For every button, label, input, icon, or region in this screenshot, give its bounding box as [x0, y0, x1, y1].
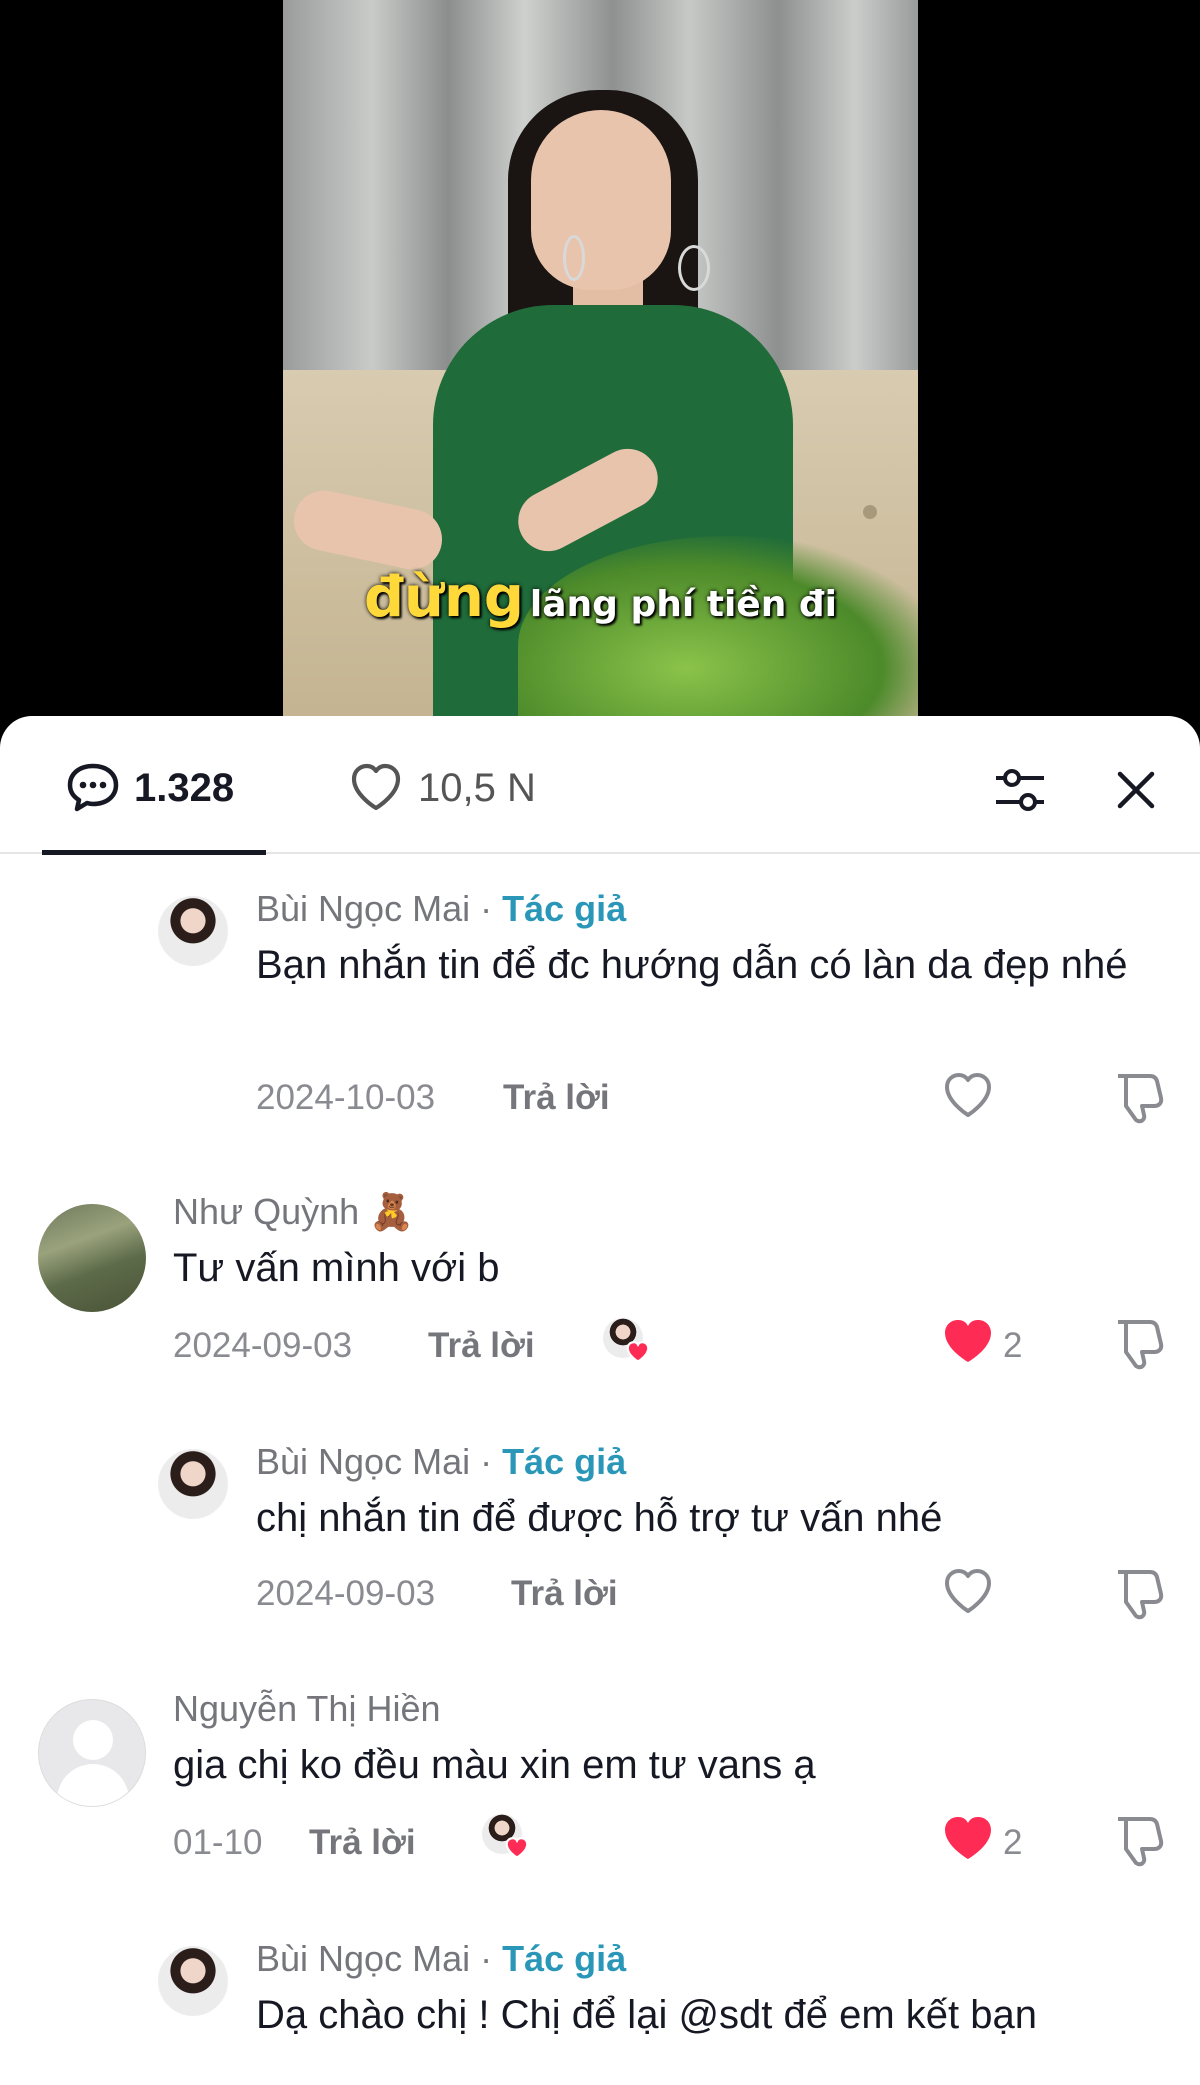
active-tab-indicator: [42, 850, 266, 855]
avatar[interactable]: [38, 1204, 146, 1312]
caption-text: lãng phí tiền đi: [529, 584, 837, 625]
commenter-name[interactable]: Bùi Ngọc Mai: [256, 888, 470, 929]
heart-icon[interactable]: [940, 1314, 996, 1370]
avatar[interactable]: [158, 896, 228, 966]
comment-text: Bạn nhắn tin để đc hướng dẫn có làn da đ…: [256, 943, 1128, 987]
avatar[interactable]: [158, 1449, 228, 1519]
thumbs-down-icon[interactable]: [1110, 1564, 1166, 1620]
video-sofa-button: [863, 505, 877, 519]
video-earring-right: [678, 245, 710, 291]
creator-liked-badge: [603, 1318, 655, 1366]
video-player[interactable]: đừng lãng phí tiền đi: [0, 0, 1200, 740]
tab-likes[interactable]: 10,5 N: [348, 758, 536, 818]
comment-count: 1.328: [134, 765, 235, 810]
author-badge: Tác giả: [502, 888, 627, 929]
comment-author-line: Bùi Ngọc Mai · Tác giả: [256, 1938, 627, 1979]
close-button[interactable]: [1106, 760, 1166, 820]
thumbs-down-icon[interactable]: [1110, 1314, 1166, 1370]
comment-author-line: Bùi Ngọc Mai · Tác giả: [256, 888, 627, 929]
comment-like-count: 2: [1003, 1326, 1023, 1365]
comment-like-count: 2: [1003, 1823, 1023, 1862]
creator-liked-badge: [482, 1814, 534, 1862]
comment-author-line: Bùi Ngọc Mai · Tác giả: [256, 1441, 627, 1482]
comment-date: 01-10: [173, 1823, 263, 1862]
like-count: 10,5 N: [418, 765, 536, 810]
commenter-name[interactable]: Nguyễn Thị Hiền: [173, 1688, 441, 1730]
comment-text: chị nhắn tin để được hỗ trợ tư vấn nhé: [256, 1496, 943, 1540]
caption-highlight: đừng: [364, 565, 524, 630]
tab-comments[interactable]: 1.328: [66, 758, 234, 818]
commenter-name[interactable]: Bùi Ngọc Mai: [256, 1938, 470, 1979]
heart-icon[interactable]: [940, 1068, 996, 1124]
reply-button[interactable]: Trả lời: [428, 1326, 535, 1366]
comment-text: Dạ chào chị ! Chị để lại @sdt để em kết …: [256, 1993, 1038, 2037]
heart-icon[interactable]: [940, 1564, 996, 1620]
thumbs-down-icon[interactable]: [1110, 1068, 1166, 1124]
commenter-name[interactable]: Bùi Ngọc Mai: [256, 1441, 470, 1482]
reply-button[interactable]: Trả lời: [503, 1078, 610, 1118]
comment-text: Tư vấn mình với b: [173, 1246, 500, 1290]
heart-icon[interactable]: [940, 1811, 996, 1867]
comment-date: 2024-09-03: [173, 1326, 353, 1365]
thumbs-down-icon[interactable]: [1110, 1811, 1166, 1867]
comment-text: gia chị ko đều màu xin em tư vans ạ: [173, 1743, 816, 1787]
video-caption: đừng lãng phí tiền đi: [283, 565, 918, 630]
comment-bubble-icon: [67, 763, 119, 812]
video-frame[interactable]: đừng lãng phí tiền đi: [283, 0, 918, 716]
comments-header: 1.328 10,5 N: [0, 716, 1200, 855]
comment-date: 2024-10-03: [256, 1078, 436, 1117]
video-person-face: [531, 110, 671, 290]
comment-date: 2024-09-03: [256, 1574, 436, 1613]
video-earring-left: [563, 235, 585, 281]
sliders-icon: [996, 769, 1044, 811]
heart-outline-icon: [351, 763, 401, 811]
reply-button[interactable]: Trả lời: [511, 1574, 618, 1614]
reply-button[interactable]: Trả lời: [309, 1823, 416, 1863]
heart-icon: [505, 1837, 529, 1859]
author-badge: Tác giả: [502, 1938, 627, 1979]
avatar[interactable]: [158, 1946, 228, 2016]
commenter-name[interactable]: Như Quỳnh 🧸: [173, 1191, 414, 1233]
comments-sheet: 1.328 10,5 N Bùi Ngọc Mai · Tác giả Bạn …: [0, 716, 1200, 2085]
avatar[interactable]: [38, 1699, 146, 1807]
close-icon: [1117, 771, 1155, 809]
author-badge: Tác giả: [502, 1441, 627, 1482]
heart-icon: [626, 1341, 650, 1363]
filter-button[interactable]: [990, 760, 1050, 820]
